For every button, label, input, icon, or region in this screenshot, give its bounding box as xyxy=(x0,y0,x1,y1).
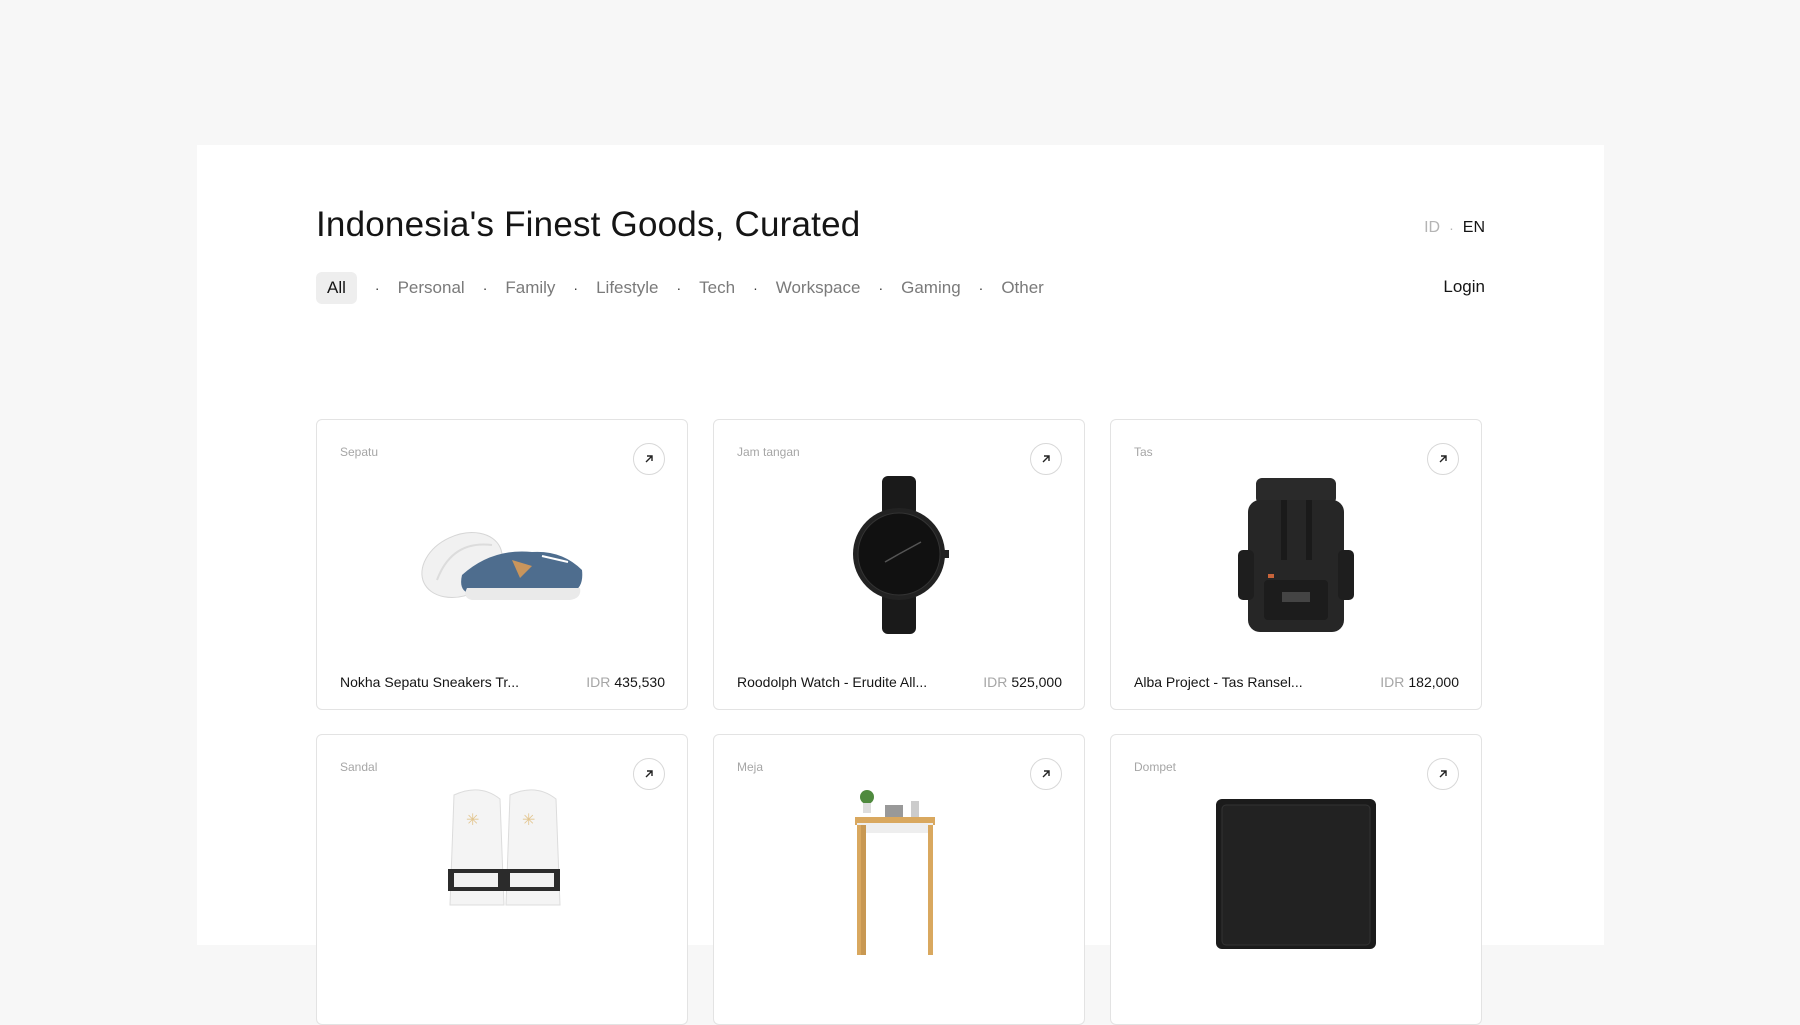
wallet-image xyxy=(1186,785,1406,955)
open-product-button[interactable] xyxy=(1030,758,1062,790)
product-price: IDR 525,000 xyxy=(983,674,1062,690)
arrow-up-right-icon xyxy=(645,455,653,463)
open-product-button[interactable] xyxy=(1427,758,1459,790)
nav-item-personal[interactable]: Personal xyxy=(398,278,465,298)
language-switcher: ID · EN xyxy=(1424,219,1485,237)
product-card[interactable]: Sepatu Nokha Sepatu Sneakers Tr... IDR 43… xyxy=(316,419,688,710)
nav-separator: · xyxy=(676,280,682,296)
product-card[interactable]: Dompet xyxy=(1110,734,1482,1025)
product-price: IDR 182,000 xyxy=(1380,674,1459,690)
price-currency: IDR xyxy=(983,674,1008,690)
product-category: Sepatu xyxy=(340,445,379,459)
sandals-image: ✳ ✳ xyxy=(392,785,612,955)
product-card[interactable]: Jam tangan Roodolph Watch - Erudite All.… xyxy=(713,419,1085,710)
arrow-up-right-icon xyxy=(1042,770,1050,778)
svg-text:✳: ✳ xyxy=(522,810,535,829)
product-name[interactable]: Nokha Sepatu Sneakers Tr... xyxy=(340,674,519,690)
price-value: 435,530 xyxy=(614,674,665,690)
product-price xyxy=(1455,989,1459,1005)
product-price xyxy=(1058,989,1062,1005)
login-link[interactable]: Login xyxy=(1443,277,1485,297)
nav-separator: · xyxy=(573,280,579,296)
product-name[interactable]: Roodolph Watch - Erudite All... xyxy=(737,674,927,690)
product-category: Jam tangan xyxy=(737,445,800,459)
product-category: Dompet xyxy=(1134,760,1177,774)
lang-en-link[interactable]: EN xyxy=(1463,219,1485,237)
product-price: IDR 435,530 xyxy=(586,674,665,690)
arrow-up-right-icon xyxy=(1042,455,1050,463)
nav-separator: · xyxy=(753,280,758,296)
price-currency: IDR xyxy=(586,674,611,690)
nav-separator: · xyxy=(482,280,488,296)
watch-image xyxy=(789,470,1009,640)
open-product-button[interactable] xyxy=(1030,443,1062,475)
product-category: Tas xyxy=(1134,445,1153,459)
nav-item-other[interactable]: Other xyxy=(1001,278,1044,298)
content-panel: Indonesia's Finest Goods, Curated ID · E… xyxy=(197,145,1604,1025)
backpack-image xyxy=(1186,470,1406,640)
product-card[interactable]: Tas Alba Project - Tas Ransel... IDR 182… xyxy=(1110,419,1482,710)
product-name[interactable]: Alba Project - Tas Ransel... xyxy=(1134,674,1303,690)
price-value: 182,000 xyxy=(1408,674,1459,690)
open-product-button[interactable] xyxy=(633,758,665,790)
open-product-button[interactable] xyxy=(633,443,665,475)
arrow-up-right-icon xyxy=(645,770,653,778)
nav-item-gaming[interactable]: Gaming xyxy=(901,278,961,298)
nav-separator: · xyxy=(878,280,884,296)
product-grid: Sepatu Nokha Sepatu Sneakers Tr... IDR 43… xyxy=(316,419,1482,1025)
page-title: Indonesia's Finest Goods, Curated xyxy=(316,205,861,244)
nav-separator: · xyxy=(374,280,380,296)
product-price xyxy=(661,989,665,1005)
svg-text:✳: ✳ xyxy=(466,810,479,829)
nav-item-family[interactable]: Family xyxy=(505,278,555,298)
lang-id-link[interactable]: ID xyxy=(1424,219,1440,237)
product-card[interactable]: Meja xyxy=(713,734,1085,1025)
nav-item-workspace[interactable]: Workspace xyxy=(776,278,861,298)
nav-separator: · xyxy=(978,280,984,296)
nav-item-all[interactable]: All xyxy=(316,272,357,304)
arrow-up-right-icon xyxy=(1439,770,1447,778)
nav-item-lifestyle[interactable]: Lifestyle xyxy=(596,278,658,298)
product-category: Sandal xyxy=(340,760,378,774)
product-category: Meja xyxy=(737,760,764,774)
product-card[interactable]: Sandal ✳ ✳ xyxy=(316,734,688,1025)
arrow-up-right-icon xyxy=(1439,455,1447,463)
lang-separator: · xyxy=(1449,220,1454,236)
desk-image xyxy=(789,785,1009,955)
sneakers-image xyxy=(392,470,612,640)
open-product-button[interactable] xyxy=(1427,443,1459,475)
price-currency: IDR xyxy=(1380,674,1405,690)
nav-item-tech[interactable]: Tech xyxy=(699,278,735,298)
category-nav: All · Personal · Family · Lifestyle · Te… xyxy=(316,272,1044,304)
price-value: 525,000 xyxy=(1011,674,1062,690)
